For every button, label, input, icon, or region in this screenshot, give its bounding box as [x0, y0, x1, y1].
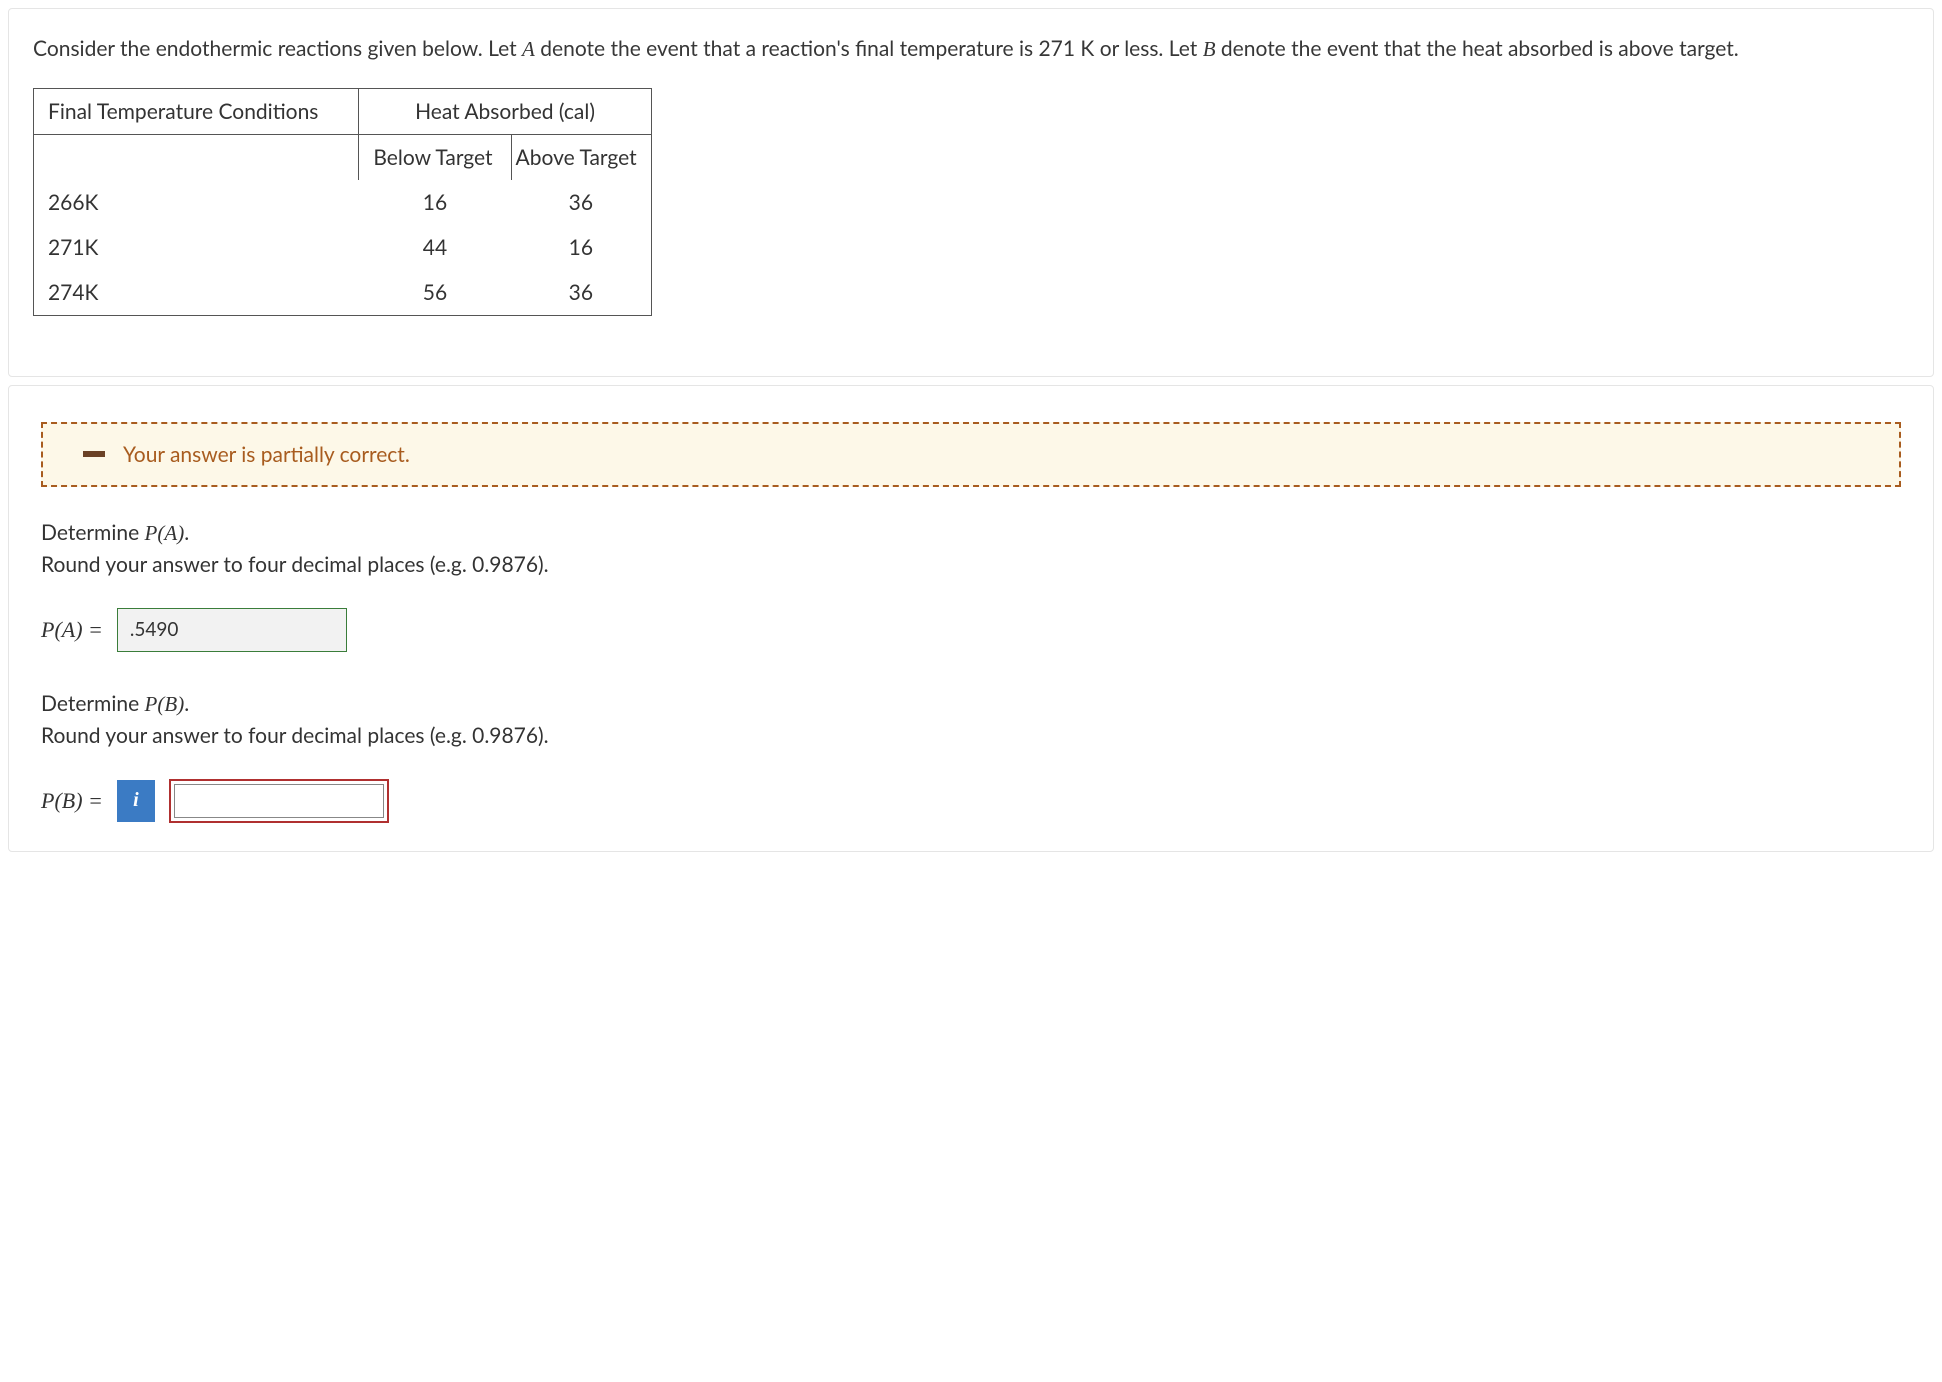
feedback-text: Your answer is partially correct. — [123, 442, 410, 467]
prompt-suffix: . — [184, 691, 189, 716]
prompt-suffix: . — [184, 520, 189, 545]
pb-input-wrap — [169, 779, 389, 823]
question-suffix: denote the event that the heat absorbed … — [1216, 36, 1739, 61]
minus-icon — [83, 451, 105, 457]
question-panel: Consider the endothermic reactions given… — [8, 8, 1934, 377]
part-a-prompt: Determine P(A). Round your answer to fou… — [41, 517, 1901, 582]
answer-panel: Your answer is partially correct. Determ… — [8, 385, 1934, 852]
table-cell: 16 — [511, 225, 651, 270]
table-cell: 36 — [511, 180, 651, 225]
table-cell: 16 — [359, 180, 511, 225]
info-icon[interactable]: i — [117, 780, 155, 822]
table-row-label: 271K — [34, 225, 359, 270]
answer-label-pb: P(B) = — [41, 788, 103, 814]
table-subheader-below: Below Target — [359, 134, 511, 180]
pa-input[interactable] — [117, 608, 347, 652]
table-row-label: 274K — [34, 270, 359, 316]
answer-label-pa: P(A) = — [41, 617, 103, 643]
prompt-prefix: Determine — [41, 520, 145, 545]
prompt-prefix: Determine — [41, 691, 145, 716]
var-a: A — [522, 37, 535, 61]
table-cell: 36 — [511, 270, 651, 316]
table-header-left: Final Temperature Conditions — [34, 88, 359, 134]
question-text: Consider the endothermic reactions given… — [33, 33, 1909, 66]
prompt-var: P(A) — [145, 521, 185, 545]
pb-input[interactable] — [174, 784, 384, 818]
part-a-answer-row: P(A) = — [41, 608, 1901, 652]
table-subheader-above: Above Target — [511, 134, 651, 180]
data-table: Final Temperature Conditions Heat Absorb… — [33, 88, 652, 316]
var-b: B — [1203, 37, 1216, 61]
table-cell: 44 — [359, 225, 511, 270]
round-text: Round your answer to four decimal places… — [41, 552, 549, 577]
question-mid: denote the event that a reaction's final… — [535, 36, 1203, 61]
question-prefix: Consider the endothermic reactions given… — [33, 36, 522, 61]
part-b-answer-row: P(B) = i — [41, 779, 1901, 823]
table-subheader-empty — [34, 134, 359, 180]
round-text: Round your answer to four decimal places… — [41, 723, 549, 748]
feedback-box: Your answer is partially correct. — [41, 422, 1901, 487]
prompt-var: P(B) — [145, 692, 185, 716]
table-cell: 56 — [359, 270, 511, 316]
table-header-right: Heat Absorbed (cal) — [359, 88, 651, 134]
table-row-label: 266K — [34, 180, 359, 225]
part-b-prompt: Determine P(B). Round your answer to fou… — [41, 688, 1901, 753]
